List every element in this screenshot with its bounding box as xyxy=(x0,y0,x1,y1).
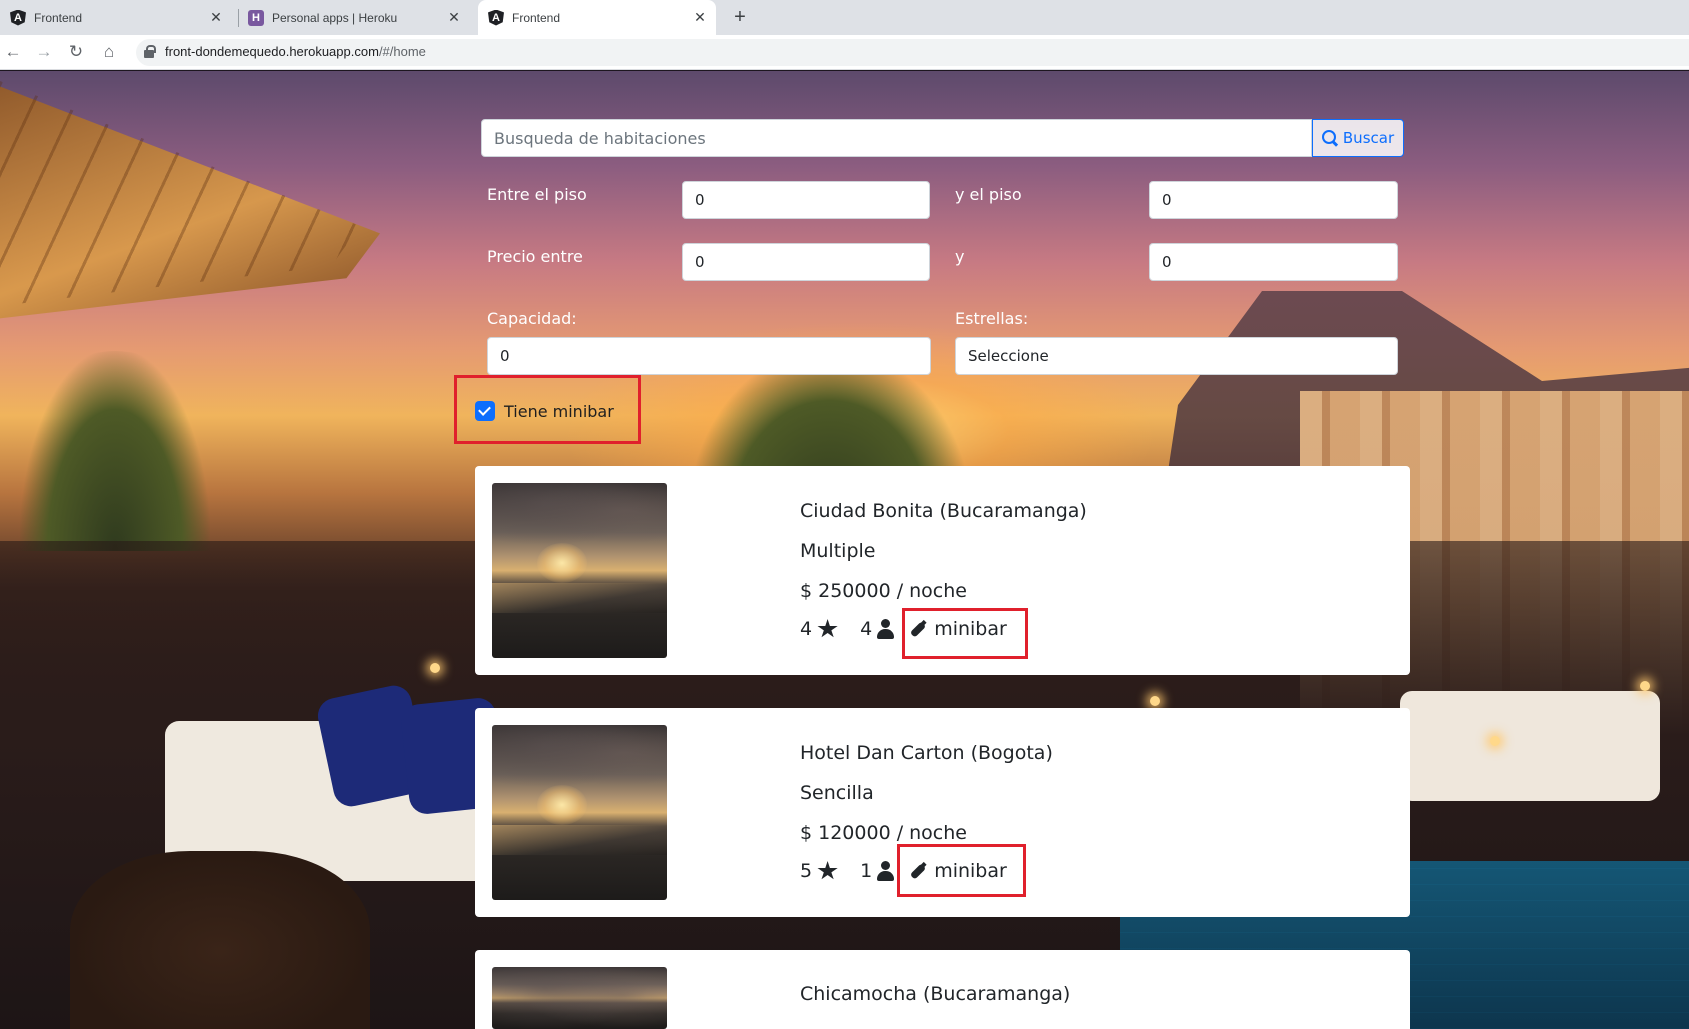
room-capacity: 4 xyxy=(860,618,873,640)
highlight-box xyxy=(454,375,641,444)
wicker-chair xyxy=(70,851,370,1029)
browser-tab-bar: A Frontend ✕ H Personal apps | Heroku ✕ … xyxy=(0,0,1689,35)
stars-select[interactable]: Seleccione xyxy=(955,337,1398,375)
room-type: Multiple xyxy=(800,540,876,562)
floor-from-input[interactable]: 0 xyxy=(682,181,930,219)
close-icon[interactable]: ✕ xyxy=(208,9,224,25)
price-to-input[interactable]: 0 xyxy=(1149,243,1398,281)
browser-tab[interactable]: A Frontend ✕ xyxy=(10,0,232,35)
candle-light xyxy=(1490,736,1500,746)
room-price: $ 120000 / noche xyxy=(800,822,967,844)
close-icon[interactable]: ✕ xyxy=(692,9,708,25)
tab-title: Frontend xyxy=(512,10,561,25)
url-host: front-dondemequedo.herokuapp.com xyxy=(165,44,379,59)
room-hotel-name: Chicamocha (Bucaramanga) xyxy=(800,983,1071,1005)
price-from-label: Precio entre xyxy=(487,247,583,266)
reload-icon[interactable]: ↻ xyxy=(65,41,87,63)
url-path: /#/home xyxy=(378,44,426,59)
back-icon[interactable]: ← xyxy=(2,41,24,63)
room-hotel-name: Hotel Dan Carton (Bogota) xyxy=(800,742,1053,764)
person-icon xyxy=(877,619,895,639)
price-to-label: y xyxy=(955,247,965,266)
tab-separator xyxy=(238,9,239,27)
angular-icon: A xyxy=(488,9,504,26)
candle-light xyxy=(1640,681,1650,691)
browser-tab[interactable]: H Personal apps | Heroku ✕ xyxy=(248,0,470,35)
price-from-input[interactable]: 0 xyxy=(682,243,930,281)
room-capacity: 1 xyxy=(860,860,873,882)
room-photo xyxy=(492,967,667,1029)
highlight-box xyxy=(897,844,1026,897)
new-tab-button[interactable]: + xyxy=(728,5,752,29)
person-icon xyxy=(877,861,895,881)
forward-icon[interactable]: → xyxy=(33,41,55,63)
room-stars: 5 xyxy=(800,860,813,882)
room-price: $ 250000 / noche xyxy=(800,580,967,602)
search-bar: Buscar xyxy=(481,119,1404,157)
floor-to-input[interactable]: 0 xyxy=(1149,181,1398,219)
room-photo xyxy=(492,483,667,658)
capacity-input[interactable]: 0 xyxy=(487,337,931,375)
search-button-label: Buscar xyxy=(1342,129,1395,147)
angular-icon: A xyxy=(10,9,26,26)
url-text[interactable]: front-dondemequedo.herokuapp.com/#/home xyxy=(165,44,426,59)
floor-from-label: Entre el piso xyxy=(487,185,587,204)
star-icon xyxy=(817,619,838,638)
tab-title: Personal apps | Heroku xyxy=(272,10,398,25)
stars-label: Estrellas: xyxy=(955,309,1029,328)
heroku-icon: H xyxy=(248,9,264,26)
search-input[interactable] xyxy=(481,119,1312,157)
browser-tab-active[interactable]: A Frontend ✕ xyxy=(478,0,716,35)
candle-light xyxy=(430,663,440,673)
room-photo xyxy=(492,725,667,900)
tab-title: Frontend xyxy=(34,10,83,25)
floor-to-label: y el piso xyxy=(955,185,1022,204)
lock-icon[interactable] xyxy=(144,45,156,58)
room-hotel-name: Ciudad Bonita (Bucaramanga) xyxy=(800,500,1087,522)
highlight-box xyxy=(902,608,1028,659)
palm-tree xyxy=(20,351,210,551)
search-icon xyxy=(1321,130,1338,146)
sofa xyxy=(1400,691,1660,801)
candle-light xyxy=(1150,696,1160,706)
close-icon[interactable]: ✕ xyxy=(446,9,462,25)
room-stars: 4 xyxy=(800,618,813,640)
home-icon[interactable]: ⌂ xyxy=(98,41,120,63)
room-card[interactable]: Chicamocha (Bucaramanga) xyxy=(475,950,1410,1029)
star-icon xyxy=(817,861,838,880)
search-button[interactable]: Buscar xyxy=(1312,119,1404,157)
capacity-label: Capacidad: xyxy=(487,309,577,328)
room-type: Sencilla xyxy=(800,782,874,804)
